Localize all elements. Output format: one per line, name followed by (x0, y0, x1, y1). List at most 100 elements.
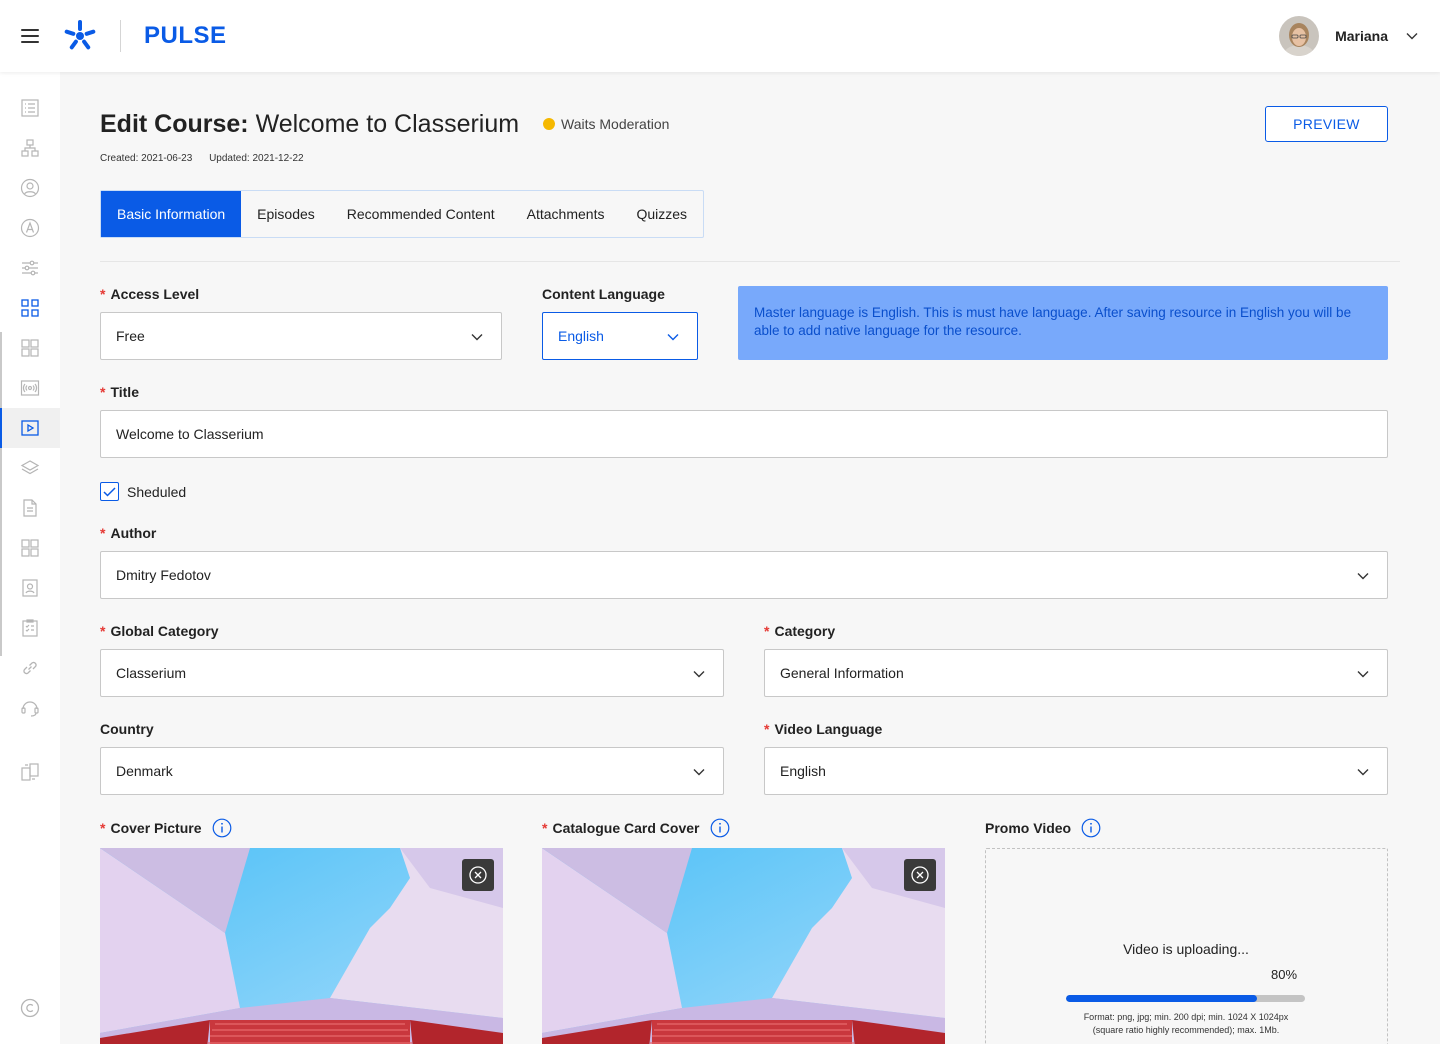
tab-quizzes[interactable]: Quizzes (620, 191, 703, 237)
menu-icon[interactable] (21, 29, 39, 43)
sidebar-item-document[interactable] (0, 488, 60, 528)
sliders-icon (22, 260, 38, 276)
content-language-label: Content Language (542, 286, 665, 302)
sidebar-item-blocks[interactable] (0, 528, 60, 568)
category-label-text: Category (774, 623, 836, 639)
required-mark: * (542, 820, 548, 836)
sidebar-item-apps[interactable] (0, 288, 60, 328)
logo-divider (120, 20, 121, 52)
scheduled-checkbox-row[interactable]: Sheduled (100, 482, 186, 501)
user-icon (20, 178, 40, 198)
cover-picture-label: * Cover Picture (100, 818, 232, 838)
remove-cover-button[interactable] (462, 859, 494, 891)
top-header: PULSE Mariana (0, 0, 1440, 72)
tab-recommended-content[interactable]: Recommended Content (331, 191, 511, 237)
info-icon[interactable] (710, 818, 730, 838)
sidebar-item-grid[interactable] (0, 328, 60, 368)
user-menu[interactable]: Mariana (1279, 16, 1418, 56)
catalogue-cover-image (542, 848, 945, 1044)
required-mark: * (764, 721, 770, 737)
status-badge: Waits Moderation (543, 116, 669, 132)
title-input[interactable]: Welcome to Classerium (100, 410, 1388, 458)
country-label-text: Country (100, 721, 154, 737)
scheduled-checkbox[interactable] (100, 482, 119, 501)
video-language-select[interactable]: English (764, 747, 1388, 795)
sidebar-item-account[interactable] (0, 208, 60, 248)
chevron-down-icon (471, 334, 483, 341)
layers-icon (20, 460, 40, 475)
apps-icon (21, 299, 39, 317)
sidebar-item-layers[interactable] (0, 448, 60, 488)
user-name: Mariana (1335, 28, 1388, 44)
sidebar-item-copyright[interactable] (0, 988, 60, 1028)
promo-video-dropzone[interactable]: Video is uploading... 80% Format: png, j… (985, 848, 1388, 1044)
author-select[interactable]: Dmitry Fedotov (100, 551, 1388, 599)
check-icon (103, 486, 116, 497)
sidebar-item-broadcast[interactable] (0, 368, 60, 408)
tab-bar: Basic Information Episodes Recommended C… (100, 190, 705, 238)
page-title: Edit Course: Welcome to Classerium (100, 110, 519, 139)
upload-progress-bar (1066, 995, 1305, 1002)
video-language-label: * Video Language (764, 721, 882, 737)
content-language-select[interactable]: English (542, 312, 698, 360)
video-icon (21, 420, 39, 436)
access-level-select[interactable]: Free (100, 312, 502, 360)
pulse-logo-icon[interactable] (62, 18, 98, 54)
sidebar-item-hierarchy[interactable] (0, 128, 60, 168)
blocks-icon (21, 539, 39, 557)
remove-catalogue-cover-button[interactable] (904, 859, 936, 891)
category-select[interactable]: General Information (764, 649, 1388, 697)
info-icon[interactable] (212, 818, 232, 838)
sidebar-item-support[interactable] (0, 688, 60, 728)
avatar (1279, 16, 1320, 56)
title-label: * Title (100, 384, 139, 400)
support-icon (21, 701, 39, 717)
author-label: * Author (100, 525, 156, 541)
tab-attachments[interactable]: Attachments (511, 191, 621, 237)
sidebar-item-checklist[interactable] (0, 608, 60, 648)
tab-episodes[interactable]: Episodes (241, 191, 331, 237)
upload-status: Video is uploading... (1123, 941, 1249, 957)
contact-icon (22, 579, 38, 597)
sidebar-item-sliders[interactable] (0, 248, 60, 288)
global-category-label-text: Global Category (110, 623, 219, 639)
sidebar-item-video[interactable] (0, 408, 60, 448)
scheduled-label: Sheduled (127, 483, 187, 500)
close-icon (469, 866, 487, 884)
divider (100, 261, 1400, 262)
chevron-down-icon (1357, 573, 1369, 580)
account-icon (20, 218, 40, 238)
main-content: Edit Course: Welcome to Classerium Waits… (60, 72, 1440, 1044)
preview-button[interactable]: PREVIEW (1265, 106, 1388, 142)
status-dot-icon (543, 118, 555, 130)
catalogue-card-cover-preview[interactable] (542, 848, 945, 1044)
cover-picture-preview[interactable] (100, 848, 503, 1044)
tab-basic-information[interactable]: Basic Information (101, 191, 242, 237)
created-date: Created: 2021-06-23 (100, 153, 193, 164)
required-mark: * (100, 525, 106, 541)
chevron-down-icon (693, 769, 705, 776)
sidebar-item-link[interactable] (0, 648, 60, 688)
video-language-label-text: Video Language (774, 721, 883, 737)
required-mark: * (100, 384, 106, 400)
sidebar-item-user[interactable] (0, 168, 60, 208)
title-value: Welcome to Classerium (116, 426, 264, 442)
promo-video-label: Promo Video (985, 818, 1101, 838)
global-category-select[interactable]: Classerium (100, 649, 724, 697)
global-category-label: * Global Category (100, 623, 219, 639)
catalogue-card-cover-label: * Catalogue Card Cover (542, 818, 730, 838)
required-mark: * (100, 286, 106, 302)
sidebar-item-list[interactable] (0, 88, 60, 128)
author-label-text: Author (110, 525, 157, 541)
info-icon[interactable] (1081, 818, 1101, 838)
author-value: Dmitry Fedotov (116, 567, 211, 583)
app-name[interactable]: PULSE (144, 22, 227, 50)
upload-hint: Format: png, jpg; min. 200 dpi; min. 102… (1046, 1011, 1326, 1037)
country-select[interactable]: Denmark (100, 747, 724, 795)
language-notice: Master language is English. This is must… (738, 286, 1388, 360)
sidebar-item-contact[interactable] (0, 568, 60, 608)
sidebar-item-switch[interactable] (0, 752, 60, 792)
access-level-label-text: Access Level (110, 286, 200, 302)
updated-date: Updated: 2021-12-22 (209, 153, 304, 164)
required-mark: * (100, 820, 106, 836)
